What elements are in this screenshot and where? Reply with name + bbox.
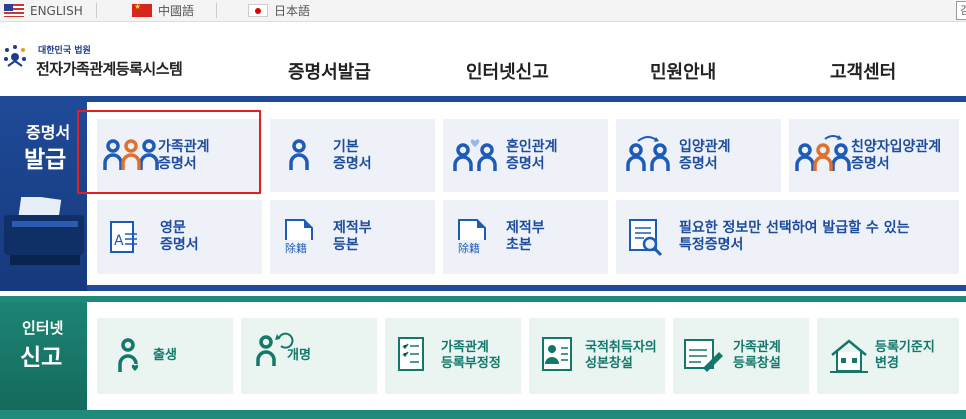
lang-chinese-link[interactable]: 中國語 xyxy=(132,0,194,21)
card-label: 개명 xyxy=(287,348,311,363)
card-label: 혼인관계 증명서 xyxy=(506,139,558,172)
site-logo[interactable]: 대한민국 법원 전자가족관계등록시스템 xyxy=(0,38,230,88)
card-full-adoption-certificate[interactable]: 친양자입양관계 증명서 xyxy=(789,119,959,192)
printer-icon xyxy=(4,197,84,265)
family-icon xyxy=(103,139,159,170)
china-flag-icon xyxy=(132,2,152,17)
japan-flag-icon xyxy=(248,4,268,17)
card-register-creation[interactable]: 가족관계 등록창설 xyxy=(673,318,809,394)
card-name-change[interactable]: 개명 xyxy=(241,318,377,394)
logo-system-name: 전자가족관계등록시스템 xyxy=(36,60,183,78)
card-specific-certificate[interactable]: 필요한 정보만 선택하여 발급할 수 있는 특정증명서 xyxy=(616,200,959,274)
section-divider xyxy=(0,96,966,102)
lang-english-link[interactable]: ENGLISH xyxy=(4,0,83,21)
person-icon xyxy=(289,139,309,170)
card-home-change[interactable]: 등록기준지 변경 xyxy=(817,318,959,394)
section-divider xyxy=(87,285,966,291)
card-label: 영문 증명서 xyxy=(160,220,199,253)
svg-text:A: A xyxy=(114,233,124,249)
english-doc-icon: A xyxy=(110,221,137,253)
report-section-title: 인터넷 신고 xyxy=(0,302,87,410)
card-label: 가족관계 등록부정정 xyxy=(441,340,501,371)
report-title-big: 신고 xyxy=(20,345,63,371)
logo-court-name: 대한민국 법원 xyxy=(38,46,91,56)
card-basic-certificate[interactable]: 기본 증명서 xyxy=(270,119,435,192)
language-bar: ENGLISH 中國語 日本語 검 xyxy=(0,0,966,22)
card-label: 입양관계 증명서 xyxy=(679,139,731,172)
card-english-certificate[interactable]: A 영문 증명서 xyxy=(97,200,262,274)
home-change-icon xyxy=(830,339,868,373)
naturalization-icon xyxy=(542,337,572,371)
full-adoption-icon xyxy=(795,135,851,171)
adoption-icon xyxy=(626,136,670,171)
card-label: 친양자입양관계 증명서 xyxy=(851,139,942,172)
card-label: 제적부 초본 xyxy=(506,220,545,253)
card-label: 출생 xyxy=(153,348,177,363)
section-divider xyxy=(0,285,87,291)
card-adoption-certificate[interactable]: 입양관계 증명서 xyxy=(616,119,781,192)
card-label: 국적취득자의 성본창설 xyxy=(585,340,657,371)
card-family-certificate[interactable]: 가족관계 증명서 xyxy=(97,119,262,192)
lang-english-label: ENGLISH xyxy=(30,3,83,18)
card-label: 등록기준지 변경 xyxy=(875,340,935,371)
lang-japanese-label: 日本語 xyxy=(274,4,311,18)
court-emblem-icon xyxy=(4,45,26,67)
specific-certificate-icon xyxy=(629,219,663,257)
card-label: 기본 증명서 xyxy=(333,139,372,172)
svg-text:除籍: 除籍 xyxy=(458,241,480,255)
us-flag-icon xyxy=(4,4,24,17)
removed-register-extract-icon: 除籍 xyxy=(457,219,491,255)
removed-register-copy-icon: 除籍 xyxy=(284,219,318,255)
section-divider xyxy=(0,410,966,419)
report-title-small: 인터넷 xyxy=(22,319,64,337)
lang-chinese-label: 中國語 xyxy=(158,4,195,18)
issue-title-big: 발급 xyxy=(24,147,67,173)
birth-icon xyxy=(118,338,139,372)
card-label: 가족관계 등록창설 xyxy=(733,340,781,371)
nav-civil-guide[interactable]: 민원안내 xyxy=(650,58,716,84)
card-label: 필요한 정보만 선택하여 발급할 수 있는 특정증명서 xyxy=(679,220,910,253)
nav-certificate-issue[interactable]: 증명서발급 xyxy=(288,58,371,84)
card-label: 제적부 등본 xyxy=(333,220,372,253)
card-birth-report[interactable]: 출생 xyxy=(97,318,233,394)
lang-japanese-link[interactable]: 日本語 xyxy=(248,0,310,21)
register-correction-icon xyxy=(398,337,424,371)
nav-customer-center[interactable]: 고객센터 xyxy=(830,58,896,84)
svg-text:除籍: 除籍 xyxy=(285,241,307,255)
nav-internet-report[interactable]: 인터넷신고 xyxy=(466,58,549,84)
card-label: 가족관계 증명서 xyxy=(158,139,210,172)
card-naturalization[interactable]: 국적취득자의 성본창설 xyxy=(529,318,665,394)
register-creation-icon xyxy=(684,339,723,372)
card-marriage-certificate[interactable]: 혼인관계 증명서 xyxy=(443,119,608,192)
card-removed-register-extract[interactable]: 除籍 제적부 초본 xyxy=(443,200,608,274)
card-removed-register-copy[interactable]: 除籍 제적부 등본 xyxy=(270,200,435,274)
issue-section-title: 증명서 발급 xyxy=(0,102,87,285)
search-input[interactable]: 검 xyxy=(956,1,966,20)
marriage-icon xyxy=(453,139,497,171)
card-register-correction[interactable]: 가족관계 등록부정정 xyxy=(385,318,521,394)
